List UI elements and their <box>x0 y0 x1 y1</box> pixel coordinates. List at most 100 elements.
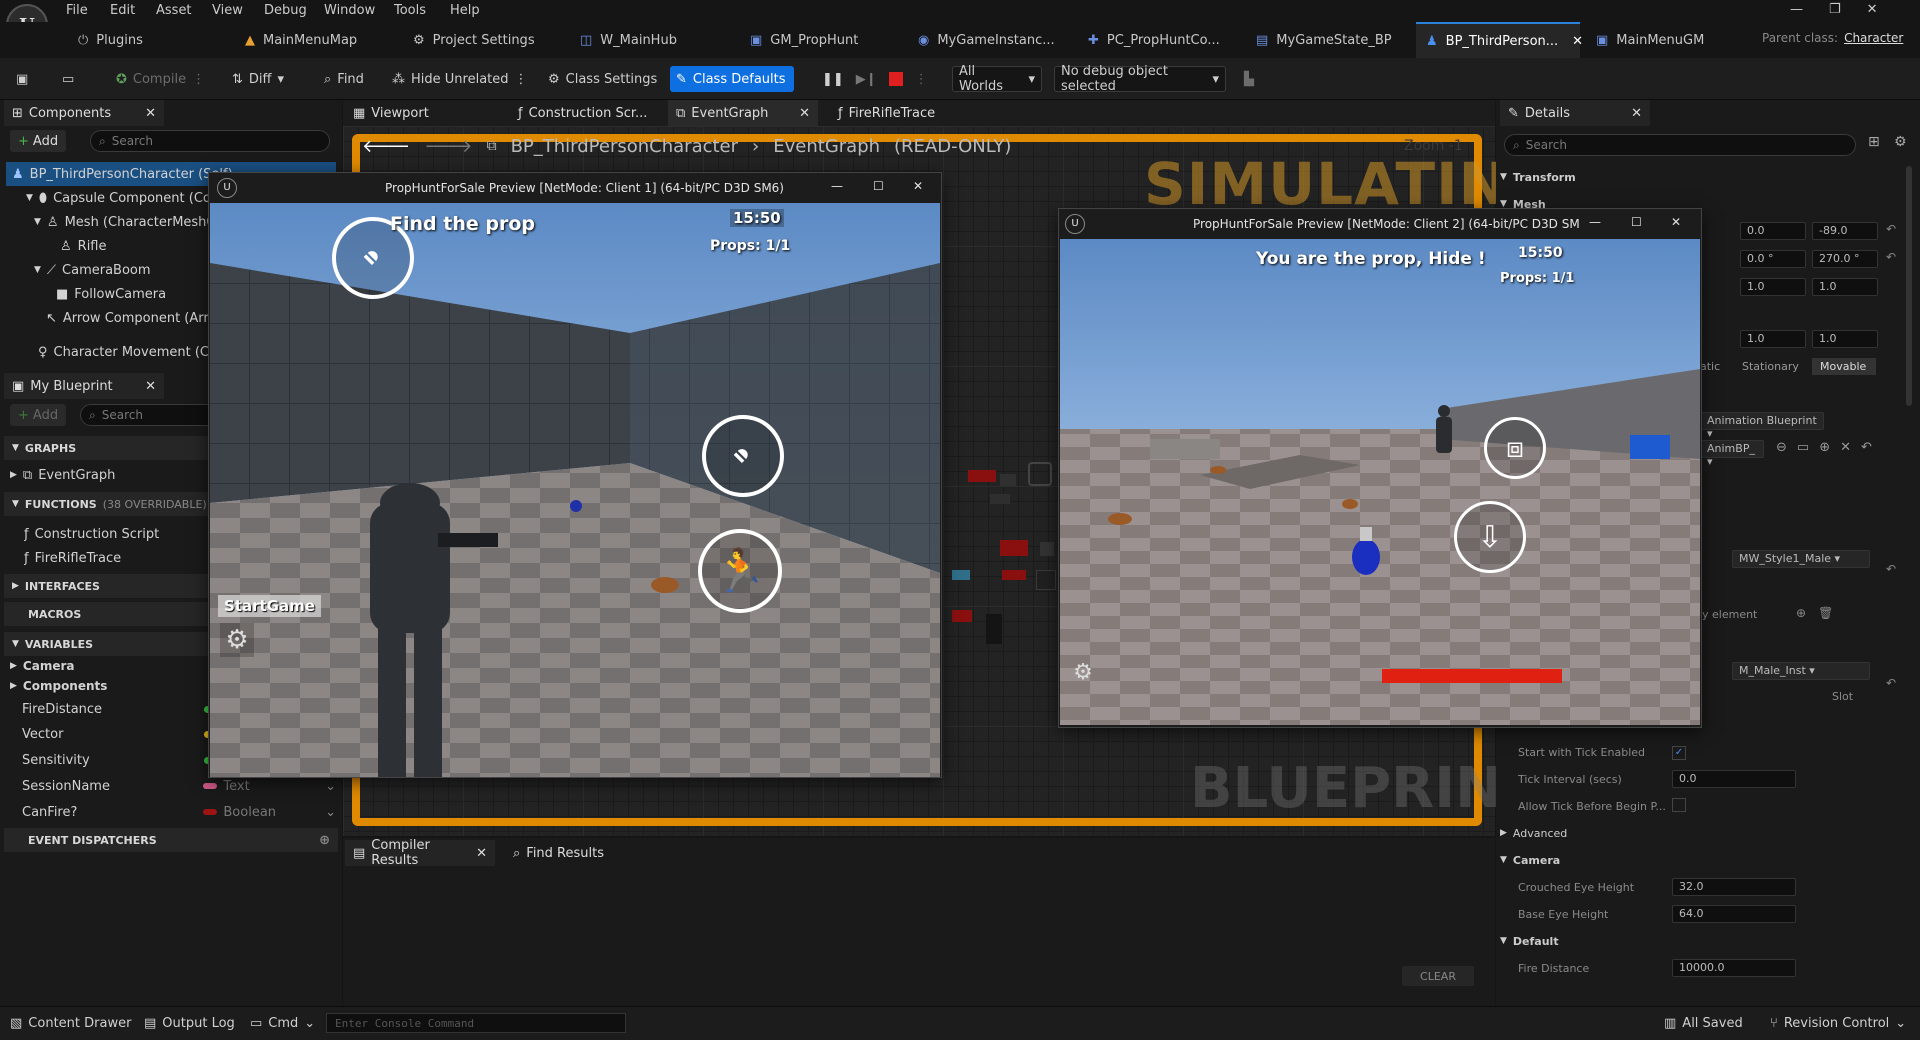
graph-node[interactable] <box>968 470 996 482</box>
browse-icon[interactable]: ▭ <box>1797 440 1809 455</box>
close-icon[interactable]: ✕ <box>913 179 923 193</box>
mobility-toggle[interactable]: atic Stationary Movable <box>1700 358 1876 375</box>
parent-class-link[interactable]: Character <box>1844 31 1903 45</box>
tab-w-mainhub[interactable]: ◫ W_MainHub <box>570 22 687 58</box>
details-scrollbar[interactable] <box>1906 166 1912 406</box>
breadcrumb-class[interactable]: BP_ThirdPersonCharacter <box>511 136 738 157</box>
hide-unrelated-button[interactable]: ⁂ Hide Unrelated ⋮ <box>386 66 534 92</box>
close-icon[interactable]: ✕ <box>1867 2 1878 17</box>
game-window-client-2[interactable]: U PropHuntForSale Preview [NetMode: Clie… <box>1058 208 1702 728</box>
class-settings-button[interactable]: ⚙ Class Settings <box>542 66 663 92</box>
variable-item[interactable]: CanFire? Boolean ⌄ <box>22 800 336 824</box>
tick-interval-field[interactable]: 0.0 <box>1672 770 1796 788</box>
tab-eventgraph[interactable]: ⧉ EventGraph ✕ <box>668 100 818 126</box>
scale2-z-field[interactable]: 1.0 <box>1812 330 1878 348</box>
section-event-dispatchers[interactable]: EVENT DISPATCHERS ⊕ <box>4 828 338 852</box>
graph-node[interactable] <box>952 610 972 622</box>
diff-button[interactable]: ⇅ Diff ▾ <box>226 66 290 92</box>
drop-prop-button[interactable]: ⇩ <box>1454 501 1526 573</box>
content-drawer-button[interactable]: ▧ Content Drawer <box>10 1012 131 1034</box>
tab-viewport[interactable]: ▦ Viewport <box>345 100 495 126</box>
graph-node[interactable] <box>1000 474 1016 486</box>
worlds-dropdown[interactable]: All Worlds ▾ <box>952 64 1042 94</box>
maximize-icon[interactable]: ☐ <box>1631 215 1642 229</box>
find-button[interactable]: ⌕ Find <box>318 66 370 92</box>
chevron-down-icon[interactable]: ⌄ <box>325 805 336 820</box>
breadcrumb-graph[interactable]: EventGraph <box>773 136 880 157</box>
restore-icon[interactable]: ❐ <box>1829 2 1841 17</box>
crouched-eye-field[interactable]: 32.0 <box>1672 878 1796 896</box>
compile-button[interactable]: ✪ Compile ⋮ <box>110 66 211 92</box>
pause-icon[interactable]: ❚❚ <box>822 72 844 87</box>
close-tab-icon[interactable]: ✕ <box>145 106 156 121</box>
section-transform[interactable]: ▼ Transform <box>1500 166 1576 188</box>
tab-pc-prophunt[interactable]: ✚ PC_PropHuntCo... <box>1078 22 1230 58</box>
tab-details[interactable]: ✎ Details ✕ <box>1500 100 1650 126</box>
tab-construction-script[interactable]: ƒ Construction Scr... <box>510 100 660 126</box>
add-component-button[interactable]: + Add <box>10 130 67 152</box>
graph-node[interactable] <box>986 614 1002 644</box>
menu-help[interactable]: Help <box>450 3 480 18</box>
close-tab-icon[interactable]: ✕ <box>476 846 487 861</box>
graph-node[interactable] <box>1028 462 1052 486</box>
graph-node[interactable] <box>1002 570 1026 580</box>
all-saved-indicator[interactable]: ▥ All Saved <box>1664 1012 1743 1034</box>
settings-gear-icon[interactable]: ⚙ <box>1894 134 1907 150</box>
reset-icon[interactable]: ↶ <box>1886 562 1896 576</box>
minimize-icon[interactable]: — <box>1790 2 1803 17</box>
step-icon[interactable]: ▶❙ <box>856 72 877 87</box>
menu-tools[interactable]: Tools <box>394 3 426 18</box>
tab-plugins[interactable]: ⏻ Plugins <box>68 22 153 58</box>
add-circle-icon[interactable]: ⊕ <box>1819 440 1830 455</box>
menu-edit[interactable]: Edit <box>110 3 135 18</box>
maximize-icon[interactable]: ☐ <box>873 179 884 193</box>
tab-mygameinstance[interactable]: ◉ MyGameInstanc... <box>908 22 1065 58</box>
anim-class-dropdown[interactable]: AnimBP_ ▾ <box>1700 440 1764 468</box>
location-y-field[interactable]: 0.0 <box>1740 222 1806 240</box>
close-tab-icon[interactable]: ✕ <box>145 379 156 394</box>
scale-z-field[interactable]: 1.0 <box>1812 278 1878 296</box>
rotation-z-field[interactable]: 270.0 ° <box>1812 250 1878 268</box>
section-advanced[interactable]: ▶ Advanced <box>1500 822 1567 844</box>
close-tab-icon[interactable]: ✕ <box>1572 34 1583 49</box>
minimize-icon[interactable]: — <box>831 179 843 193</box>
output-log-button[interactable]: ▤ Output Log <box>144 1012 235 1034</box>
close-icon[interactable]: ✕ <box>1671 215 1681 229</box>
graph-node[interactable] <box>990 494 1010 504</box>
graph-node[interactable] <box>1000 540 1028 556</box>
back-arrow-icon[interactable]: 🡐 <box>362 136 410 157</box>
close-tab-icon[interactable]: ✕ <box>1631 106 1642 121</box>
graph-node[interactable] <box>952 570 970 580</box>
menu-asset[interactable]: Asset <box>156 3 192 18</box>
tick-before-checkbox[interactable] <box>1672 798 1686 812</box>
start-game-button[interactable]: StartGame <box>218 595 321 617</box>
tab-find-results[interactable]: ⌕ Find Results <box>505 840 625 866</box>
debug-object-dropdown[interactable]: No debug object selected ▾ <box>1054 64 1226 94</box>
section-camera[interactable]: ▼ Camera <box>1500 849 1560 871</box>
components-search-input[interactable]: ⌕ Search <box>90 130 330 152</box>
game-window-client-1[interactable]: U PropHuntForSale Preview [NetMode: Clie… <box>208 172 942 778</box>
more-icon[interactable]: ⋮ <box>192 72 205 87</box>
clear-button[interactable]: CLEAR <box>1402 966 1474 986</box>
rotation-y-field[interactable]: 0.0 ° <box>1740 250 1806 268</box>
reset-icon[interactable]: ↶ <box>1886 222 1896 236</box>
forward-arrow-icon[interactable]: 🡒 <box>424 136 472 157</box>
sprint-button[interactable]: 🏃 <box>698 529 782 613</box>
more-icon[interactable]: ⋮ <box>515 72 528 87</box>
graph-node[interactable] <box>1040 542 1054 556</box>
menu-window[interactable]: Window <box>324 3 375 18</box>
change-prop-button[interactable]: ⧈ <box>1484 417 1546 479</box>
tab-mainmenumap[interactable]: ▲ MainMenuMap <box>235 22 367 58</box>
game-viewport[interactable]: You are the prop, Hide ! 15:50 Props: 1/… <box>1060 239 1700 725</box>
fire-distance-field[interactable]: 10000.0 <box>1672 959 1796 977</box>
add-member-button[interactable]: + Add <box>10 404 67 426</box>
menu-view[interactable]: View <box>212 3 243 18</box>
class-defaults-button[interactable]: ✎ Class Defaults <box>670 66 794 92</box>
tick-enabled-checkbox[interactable]: ✓ <box>1672 746 1686 760</box>
tab-firerifletrace[interactable]: ƒ FireRifleTrace <box>830 100 980 126</box>
mobility-static[interactable]: atic <box>1700 358 1736 375</box>
settings-gear-icon[interactable]: ⚙ <box>220 623 254 657</box>
menu-file[interactable]: File <box>66 3 88 18</box>
tab-gm-prophunt[interactable]: ▣ GM_PropHunt <box>740 22 868 58</box>
trash-icon[interactable]: 🗑 <box>1818 606 1833 620</box>
